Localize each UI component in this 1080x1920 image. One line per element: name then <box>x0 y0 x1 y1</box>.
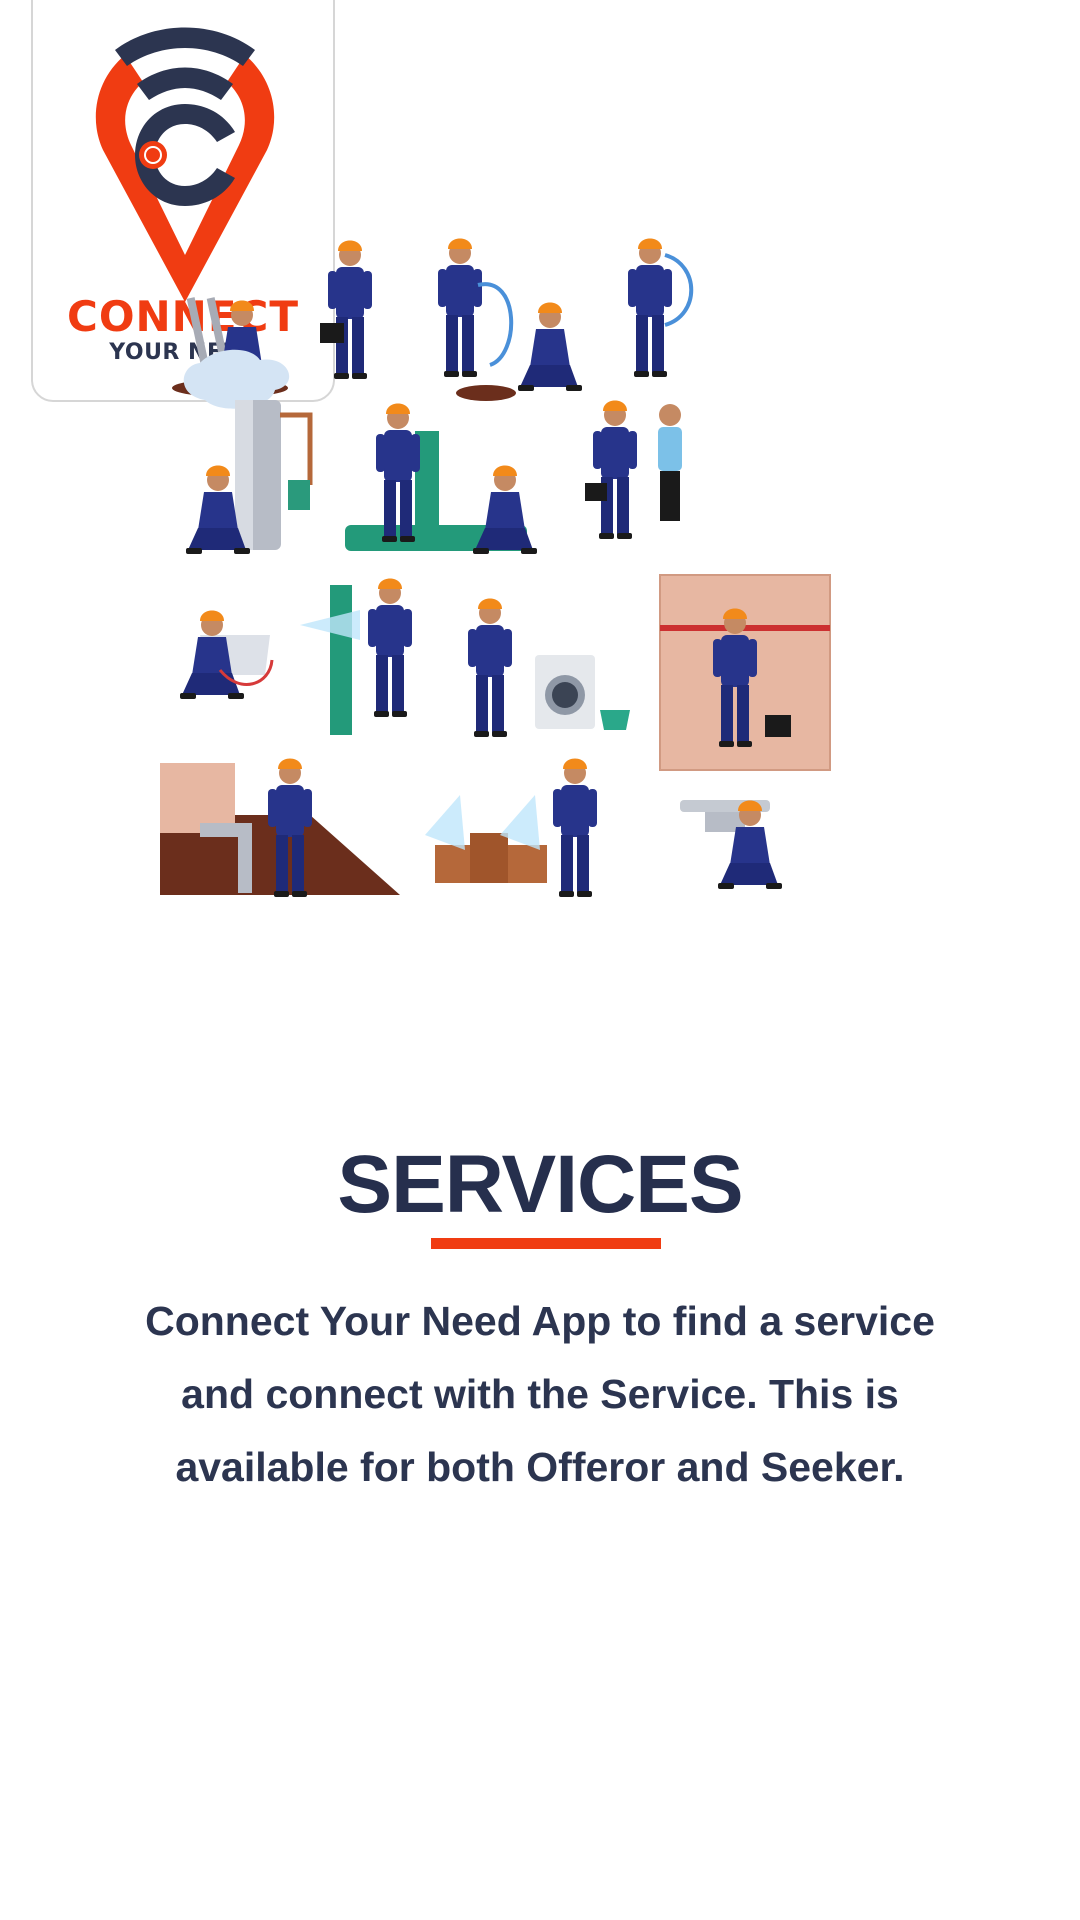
services-description: Connect Your Need App to find a service … <box>145 1298 935 1490</box>
services-title: SERVICES <box>337 1139 743 1230</box>
intro-screen: CONNECT YOUR NEED SERVICES Connect Your … <box>0 0 1080 1920</box>
plumbers-at-work-illustration <box>160 238 831 897</box>
title-underline <box>431 1238 661 1249</box>
